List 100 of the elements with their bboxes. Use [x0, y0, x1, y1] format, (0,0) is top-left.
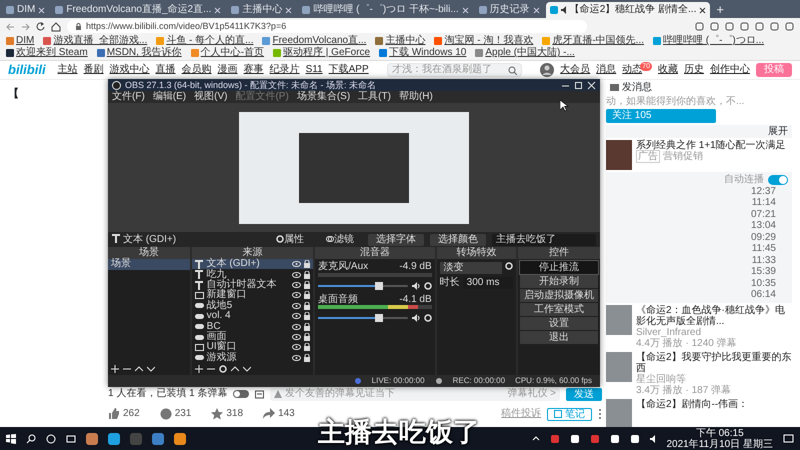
source-item[interactable]: 战地5	[192, 300, 314, 312]
bookmark-link[interactable]: 下载 Windows 10	[379, 47, 466, 59]
eye-icon[interactable]	[292, 312, 302, 320]
episode-duration[interactable]: 11:33	[610, 254, 788, 266]
control-button[interactable]: 设置	[520, 317, 598, 330]
nav-link[interactable]: 纪录片	[270, 64, 300, 76]
nav-link[interactable]: 大会员	[560, 64, 590, 76]
danmaku-settings-icon[interactable]	[255, 390, 264, 398]
home-icon[interactable]	[51, 22, 61, 32]
move-up-icon[interactable]	[230, 365, 239, 374]
control-button[interactable]: 开始录制	[520, 275, 598, 288]
add-icon[interactable]	[111, 365, 119, 373]
app-icon[interactable]	[152, 432, 164, 444]
envelope-icon[interactable]	[610, 83, 619, 92]
task-view-icon[interactable]	[66, 434, 76, 444]
video-title[interactable]: 【命运2】剧情向--伟画：	[636, 398, 748, 410]
address-field[interactable]: https://www.bilibili.com/video/BV1p5411K7K3?p=6	[67, 20, 587, 33]
eye-icon[interactable]	[292, 302, 302, 310]
eye-icon[interactable]	[292, 281, 302, 290]
nav-link[interactable]: 主站	[58, 64, 78, 76]
nav-link[interactable]: 动态	[622, 64, 642, 76]
menu-item[interactable]: 场景集合(S)	[296, 91, 350, 103]
episode-duration[interactable]: 06:14	[610, 289, 788, 300]
eye-icon[interactable]	[292, 333, 302, 342]
lock-icon[interactable]	[304, 291, 310, 300]
video-title[interactable]: 《命运2：血色战争·穗红战争》电影化无声版全剧情...	[636, 304, 792, 326]
message-link[interactable]: 发消息	[622, 82, 652, 94]
bookmark-link[interactable]: DIM	[6, 35, 34, 47]
episode-duration[interactable]: 11:14	[610, 197, 788, 208]
control-button[interactable]: 启动虚拟摄像机	[520, 289, 598, 302]
expand-link[interactable]: 展开	[768, 126, 788, 136]
bookmark-link[interactable]: 驱动程序 | GeForce	[273, 47, 370, 59]
select-font-button[interactable]: 选择字体	[368, 234, 424, 246]
source-item[interactable]: 吃九	[192, 269, 314, 280]
caret-icon[interactable]	[532, 434, 540, 442]
bookmark-link[interactable]: 个人中心-首页	[190, 47, 264, 59]
volume-fill[interactable]	[318, 282, 383, 290]
search-icon[interactable]	[26, 434, 36, 444]
episode-duration[interactable]: 09:29	[610, 232, 788, 243]
duration-field[interactable]: 300 ms	[462, 277, 514, 289]
source-item[interactable]: 新建窗口	[192, 290, 314, 301]
browser-tab[interactable]: 哔哩哔哩 (゜-゜)つロ 干杯~-bili...	[298, 2, 473, 18]
episode-duration[interactable]: 12:37	[610, 186, 788, 197]
new-tab-button[interactable]: +	[712, 2, 730, 18]
video-thumbnail[interactable]	[606, 352, 632, 382]
volume-fill[interactable]	[318, 314, 383, 322]
eye-icon[interactable]	[292, 270, 302, 279]
maximize-icon[interactable]	[574, 80, 583, 90]
nav-link[interactable]: 直播	[156, 64, 176, 76]
bookmark-link[interactable]: 欢迎来到 Steam	[6, 47, 88, 59]
episode-duration[interactable]: 13:04	[610, 220, 788, 232]
source-item[interactable]: 文本 (GDI+)	[192, 259, 314, 270]
source-item[interactable]: BC	[192, 321, 314, 332]
select-color-button[interactable]: 选择颜色	[430, 234, 486, 246]
control-button[interactable]: 退出	[520, 331, 598, 344]
browser-tab[interactable]: 历史记录	[474, 2, 544, 18]
browser-icon[interactable]	[108, 432, 120, 444]
nav-link[interactable]: 漫画	[218, 64, 238, 76]
menu-item[interactable]: 视图(V)	[194, 91, 228, 103]
nav-link[interactable]: 番剧	[84, 64, 104, 76]
episode-duration[interactable]: 10:35	[610, 278, 788, 289]
source-item[interactable]: 游戏源	[192, 352, 314, 364]
browser-tab[interactable]: FreedomVolcano直播_命运2直...	[51, 2, 226, 18]
lock-icon[interactable]	[304, 343, 310, 352]
coin-icon[interactable]	[160, 408, 172, 420]
back-icon[interactable]	[6, 22, 15, 30]
episode-duration[interactable]: 11:45	[610, 243, 788, 254]
nav-link[interactable]: 消息	[596, 64, 616, 76]
speaker-icon[interactable]	[412, 314, 420, 322]
bookmark-link[interactable]: 斗鱼 - 每个人的直...	[156, 35, 254, 47]
browser-tab[interactable]: DIM	[2, 2, 50, 18]
menu-item[interactable]: 文件(F)	[112, 91, 145, 103]
app-icon[interactable]	[86, 432, 98, 444]
lock-icon[interactable]	[304, 260, 310, 268]
move-down-icon[interactable]	[147, 365, 155, 373]
video-title[interactable]: 【命运2】我要守护比我更重要的东西	[636, 352, 792, 374]
transition-select[interactable]: 淡变	[440, 262, 502, 274]
lock-icon[interactable]	[304, 312, 310, 320]
eye-icon[interactable]	[292, 260, 302, 268]
ad-title[interactable]: 系列经典之作 1+1随心配一次满足	[636, 140, 786, 151]
browser-tab[interactable]: 【命运2】穗红战争 剧情全...	[546, 2, 710, 18]
bookmark-link[interactable]: 游戏直播_全部游戏...	[43, 35, 148, 47]
control-button[interactable]: 工作室模式	[520, 303, 598, 316]
text-field[interactable]: 主播去吃饭了	[492, 234, 596, 246]
properties-button[interactable]: 属性	[268, 234, 312, 246]
menu-item[interactable]: 工具(T)	[358, 91, 391, 103]
autoplay-toggle[interactable]	[768, 174, 788, 185]
avatar-icon[interactable]	[540, 63, 554, 77]
forward-icon[interactable]	[21, 22, 30, 30]
nav-link[interactable]: 创作中心	[710, 64, 750, 76]
bookmark-link[interactable]: Apple (中国大陆) -...	[475, 47, 575, 59]
speaker-icon[interactable]	[650, 434, 656, 442]
move-up-icon[interactable]	[135, 365, 143, 373]
eye-icon[interactable]	[292, 322, 302, 331]
eye-icon[interactable]	[292, 343, 302, 352]
eye-icon[interactable]	[292, 354, 302, 362]
app-icon[interactable]	[174, 432, 186, 444]
scene-item[interactable]: 场景	[108, 259, 190, 270]
close-icon[interactable]	[699, 6, 706, 14]
bookmark-link[interactable]: FreedomVolcano直...	[262, 35, 366, 47]
